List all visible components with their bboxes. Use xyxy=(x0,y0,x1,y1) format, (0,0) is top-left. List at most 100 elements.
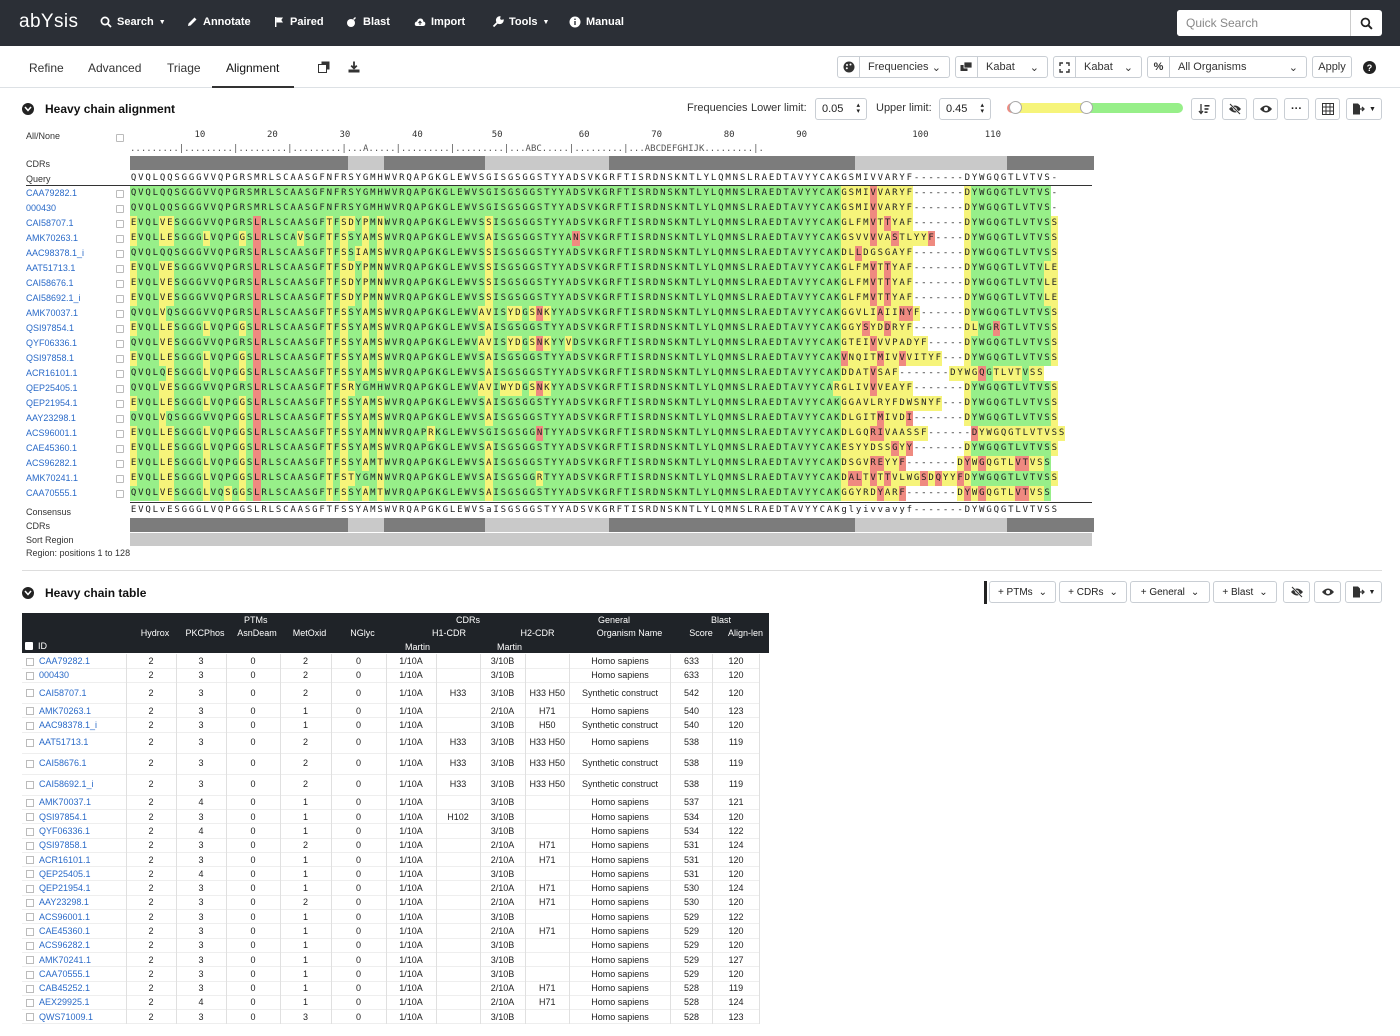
collapse-alignment-icon[interactable] xyxy=(22,103,34,115)
row-checkbox[interactable] xyxy=(26,870,34,879)
sequence-id-link[interactable]: QEP25405.1 xyxy=(26,383,78,393)
row-checkbox[interactable] xyxy=(26,672,34,681)
row-checkbox[interactable] xyxy=(116,340,124,348)
col-header[interactable]: MetOxid xyxy=(284,628,335,638)
table-id-link[interactable]: CAI58676.1 xyxy=(39,758,87,768)
all-none-checkbox[interactable] xyxy=(116,134,124,142)
table-row[interactable]: CAI58692.1_i 2 3 0 2 0 1/10A H33 3/10B H33 H50 Syn… xyxy=(22,774,761,796)
lower-limit-input[interactable]: 0.05 ▴ ▾ xyxy=(815,98,867,120)
table-row[interactable]: CAA70555.1 2 3 0 1 0 1/10A 3/10B Homo sapiens 529… xyxy=(22,966,761,982)
collapse-table-icon[interactable] xyxy=(22,587,34,599)
copy-icon[interactable] xyxy=(318,61,330,73)
sequence-id-link[interactable]: CAE45360.1 xyxy=(26,443,77,453)
show-button[interactable] xyxy=(1253,98,1278,120)
sequence-id-link[interactable]: QSI97858.1 xyxy=(26,353,74,363)
col-header[interactable]: Align-len xyxy=(722,628,769,638)
spinner-icon[interactable]: ▴ ▾ xyxy=(980,102,984,115)
help-icon[interactable]: ? xyxy=(1363,61,1376,74)
row-checkbox[interactable] xyxy=(116,355,124,363)
row-checkbox[interactable] xyxy=(116,400,124,408)
sequence-id-link[interactable]: ACS96001.1 xyxy=(26,428,77,438)
table-id-link[interactable]: QSI97858.1 xyxy=(39,840,87,850)
nav-search[interactable]: Search ▼ xyxy=(100,16,166,28)
table-row[interactable]: ACR16101.1 2 3 0 1 0 1/10A 2/10A H71 Homo sapiens… xyxy=(22,852,761,867)
table-id-link[interactable]: ACR16101.1 xyxy=(39,855,91,865)
row-checkbox[interactable] xyxy=(116,265,124,273)
table-id-cell[interactable]: QEP21954.1 xyxy=(22,880,127,896)
table-id-cell[interactable]: QYF06336.1 xyxy=(22,823,127,839)
show-columns-button[interactable] xyxy=(1314,581,1341,603)
row-checkbox[interactable] xyxy=(26,721,34,730)
table-id-cell[interactable]: CAI58707.1 xyxy=(22,682,127,704)
tab-alignment[interactable]: Alignment xyxy=(226,61,279,75)
table-id-link[interactable]: AMK70037.1 xyxy=(39,797,91,807)
col-header[interactable]: NGlyc xyxy=(335,628,390,638)
table-id-link[interactable]: CAI58707.1 xyxy=(39,688,87,698)
row-checkbox[interactable] xyxy=(26,899,34,908)
table-id-link[interactable]: AAT51713.1 xyxy=(39,737,88,747)
table-row[interactable]: CAA79282.1 2 3 0 2 0 1/10A 3/10B Homo sapiens 633… xyxy=(22,654,761,669)
table-row[interactable]: CAI58676.1 2 3 0 2 0 1/10A H33 3/10B H33 H50 Synth… xyxy=(22,753,761,775)
hide-button[interactable] xyxy=(1222,98,1247,120)
table-row[interactable]: CAE45360.1 2 3 0 1 0 1/10A 2/10A H71 Homo sapiens… xyxy=(22,923,761,939)
table-id-cell[interactable]: AMK70263.1 xyxy=(22,703,127,718)
table-row[interactable]: AAC98378.1_i 2 3 0 1 0 1/10A 3/10B H50 Synthetic … xyxy=(22,717,761,733)
row-checkbox[interactable] xyxy=(116,310,124,318)
row-checkbox[interactable] xyxy=(116,220,124,228)
sequence-id-link[interactable]: AAC98378.1_i xyxy=(26,248,84,258)
table-id-cell[interactable]: QSI97854.1 xyxy=(22,809,127,824)
sequence-id-link[interactable]: ACR16101.1 xyxy=(26,368,78,378)
add-ptms-button[interactable]: + PTMs ⌄ xyxy=(989,581,1056,603)
table-row[interactable]: QWS71009.1 2 3 0 3 0 1/10A 3/10B Homo sapiens 528… xyxy=(22,1009,761,1024)
table-row[interactable]: AMK70037.1 2 4 0 1 0 1/10A 3/10B Homo sapiens 537… xyxy=(22,795,761,810)
col-header[interactable]: Hydrox xyxy=(130,628,180,638)
row-checkbox[interactable] xyxy=(116,460,124,468)
table-id-link[interactable]: CAE45360.1 xyxy=(39,926,90,936)
add-cdrs-button[interactable]: + CDRs ⌄ xyxy=(1059,581,1127,603)
sequence-id-link[interactable]: AMK70241.1 xyxy=(26,473,78,483)
row-checkbox[interactable] xyxy=(26,984,34,993)
row-checkbox[interactable] xyxy=(26,956,34,965)
row-checkbox[interactable] xyxy=(116,325,124,333)
tab-triage[interactable]: Triage xyxy=(167,61,201,75)
table-id-cell[interactable]: AAC98378.1_i xyxy=(22,717,127,733)
select-all-checkbox[interactable] xyxy=(25,642,33,650)
table-id-cell[interactable]: ACR16101.1 xyxy=(22,852,127,867)
table-id-cell[interactable]: AMK70037.1 xyxy=(22,795,127,810)
table-id-link[interactable]: ACS96282.1 xyxy=(39,940,90,950)
row-checkbox[interactable] xyxy=(116,280,124,288)
apply-button[interactable]: Apply xyxy=(1312,56,1352,78)
table-id-cell[interactable]: CAB45252.1 xyxy=(22,981,127,996)
table-id-link[interactable]: AAY23298.1 xyxy=(39,897,89,907)
sequence-id-link[interactable]: QYF06336.1 xyxy=(26,338,77,348)
row-checkbox[interactable] xyxy=(116,190,124,198)
upper-limit-handle[interactable] xyxy=(1080,101,1093,114)
row-checkbox[interactable] xyxy=(26,813,34,822)
row-checkbox[interactable] xyxy=(26,841,34,850)
table-export-button[interactable]: ▼ xyxy=(1345,581,1382,603)
download-icon[interactable] xyxy=(348,61,360,73)
all-none-toggle[interactable]: All/None xyxy=(26,131,60,141)
row-checkbox[interactable] xyxy=(26,856,34,865)
col-header[interactable]: PKCPhos xyxy=(180,628,230,638)
table-id-cell[interactable]: QWS71009.1 xyxy=(22,1009,127,1024)
row-checkbox[interactable] xyxy=(116,415,124,423)
sequence-id-link[interactable]: QEP21954.1 xyxy=(26,398,78,408)
table-id-link[interactable]: AAC98378.1_i xyxy=(39,720,97,730)
table-id-link[interactable]: QWS71009.1 xyxy=(39,1012,93,1022)
col-header[interactable]: AsnDeam xyxy=(230,628,284,638)
row-checkbox[interactable] xyxy=(26,999,34,1008)
table-id-cell[interactable]: QSI97858.1 xyxy=(22,838,127,853)
colouring-select[interactable]: Frequencies ⌄ xyxy=(837,56,950,78)
row-checkbox[interactable] xyxy=(26,689,34,698)
table-id-link[interactable]: CAA79282.1 xyxy=(39,656,90,666)
table-id-link[interactable]: CAI58692.1_i xyxy=(39,779,94,789)
row-checkbox[interactable] xyxy=(116,490,124,498)
row-checkbox[interactable] xyxy=(26,941,34,950)
tab-refine[interactable]: Refine xyxy=(29,61,64,75)
sequence-id-link[interactable]: CAI58707.1 xyxy=(26,218,74,228)
hide-columns-button[interactable] xyxy=(1283,581,1310,603)
table-id-link[interactable]: 000430 xyxy=(39,670,69,680)
frequency-range-slider[interactable] xyxy=(1007,101,1183,114)
col-header[interactable]: H2-CDR xyxy=(496,628,579,638)
